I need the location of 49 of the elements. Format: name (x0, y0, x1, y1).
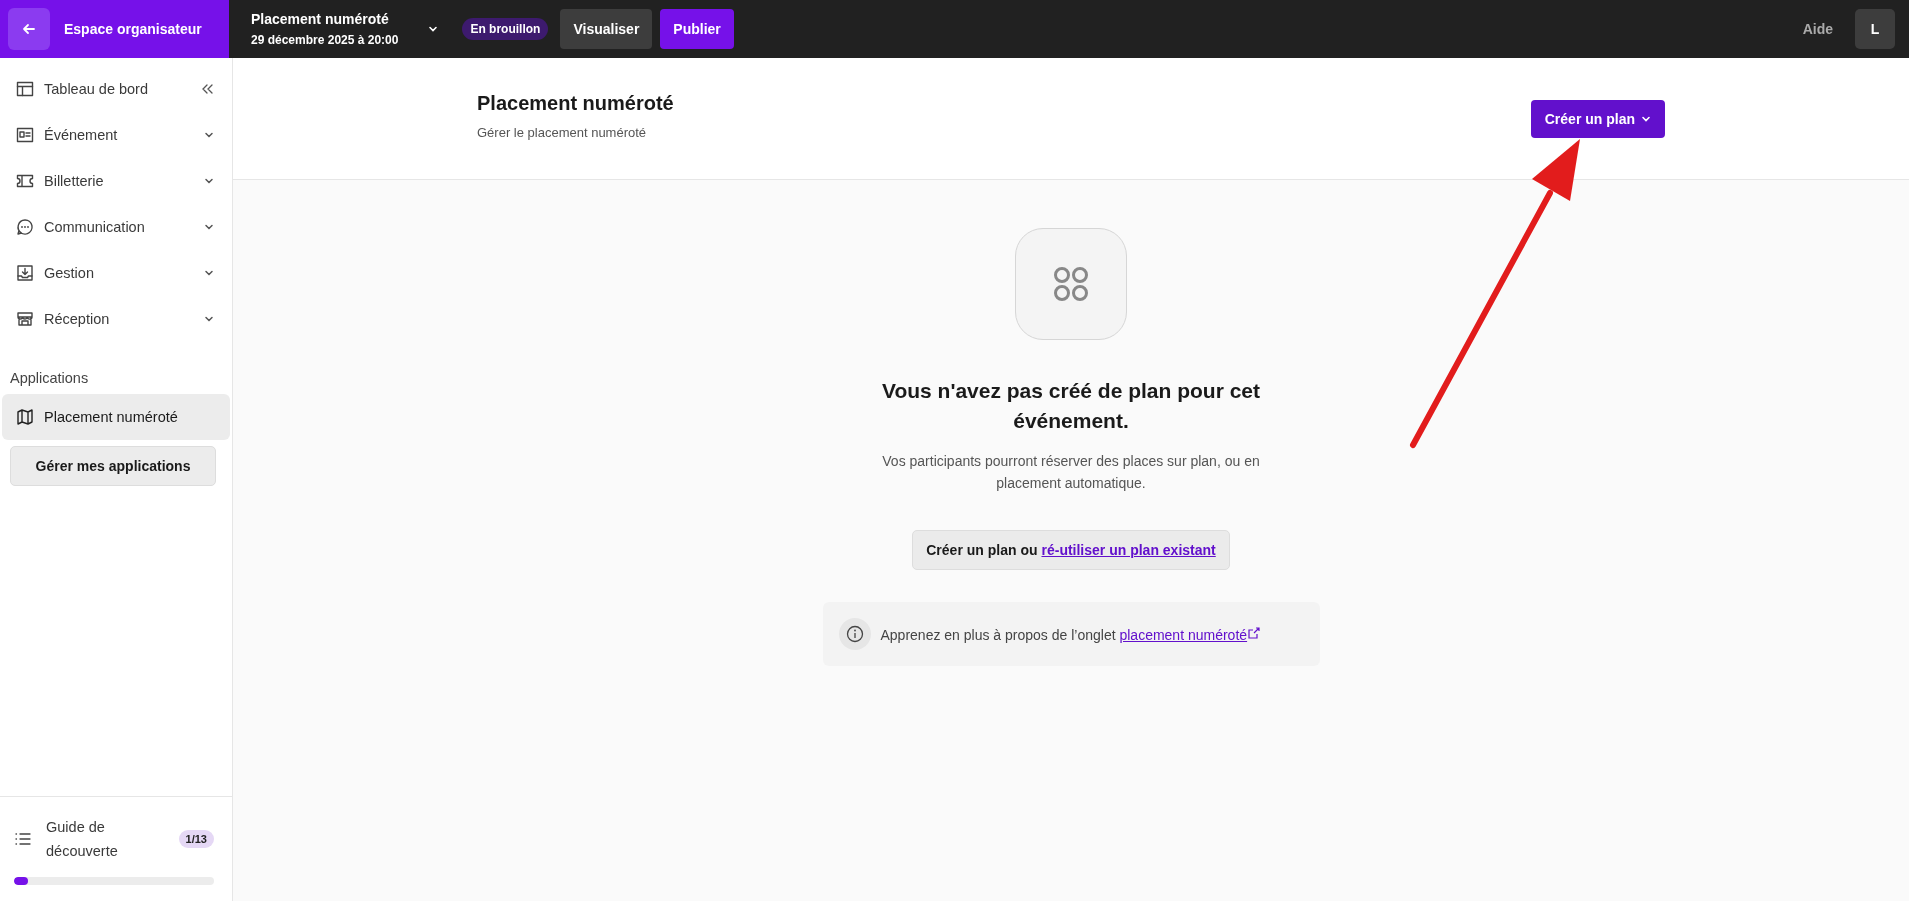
chevron-down-icon (204, 222, 214, 232)
create-plan-button[interactable]: Créer un plan (1530, 100, 1665, 138)
sidebar-item[interactable]: Communication (2, 204, 230, 250)
event-date: 29 décembre 2025 à 20:00 (251, 33, 399, 47)
sidebar-item[interactable]: Tableau de bord (2, 66, 230, 112)
reuse-plan-link[interactable]: ré-utiliser un plan existant (1041, 542, 1216, 558)
empty-state-text: Vos participants pourront réserver des places sur plan, ou en placement automatique. (881, 452, 1261, 493)
list-icon (14, 830, 32, 848)
chevron-down-icon (1641, 114, 1651, 124)
chat-bubble-icon (16, 218, 34, 236)
placement-link[interactable]: placement numéroté (1119, 626, 1262, 643)
sidebar-item[interactable]: Placement numéroté (2, 394, 230, 440)
publish-button[interactable]: Publier (660, 9, 734, 49)
create-plan-link[interactable]: Créer un plan ou (926, 542, 1038, 558)
section-heading: Applications (10, 370, 90, 386)
sidebar-item[interactable]: Billetterie (2, 158, 230, 204)
layout-icon (16, 80, 34, 98)
four-circles-icon (1052, 265, 1090, 303)
help-link[interactable]: Aide (1802, 21, 1833, 37)
back-button[interactable] (8, 8, 50, 50)
avatar-button[interactable]: L (1855, 9, 1895, 49)
space-title: Espace organisateur (64, 21, 202, 37)
event-title: Placement numéroté (251, 11, 390, 27)
collapse-icon[interactable] (200, 82, 214, 96)
inbox-download-icon (16, 264, 34, 282)
chevron-down-icon (204, 268, 214, 278)
map-icon (16, 408, 34, 426)
chevron-down-icon (204, 176, 214, 186)
guide-title[interactable]: Guide de découverte (46, 815, 165, 863)
info-glyph-icon (845, 625, 864, 643)
status-badge: En brouillon (462, 18, 549, 40)
back-arrow-icon (21, 21, 37, 37)
chevron-down-icon (204, 130, 214, 140)
info-text: Apprenez en plus à propos de l’onglet placement numéroté (880, 625, 1262, 643)
ticket-icon (16, 172, 34, 190)
chevron-down-icon[interactable] (428, 24, 439, 34)
page-subtitle: Gérer le placement numéroté (477, 125, 648, 140)
sidebar-item[interactable]: Gestion (2, 250, 230, 296)
preview-button[interactable]: Visualiser (560, 9, 653, 49)
id-card-icon (16, 126, 34, 144)
storefront-icon (16, 310, 34, 328)
sidebar-item[interactable]: Événement (2, 112, 230, 158)
empty-state-heading: Vous n'avez pas créé de plan pour cet événement. (880, 378, 1262, 434)
chevron-down-icon (204, 314, 214, 324)
page-title: Placement numéroté (477, 92, 674, 115)
manage-apps-button[interactable]: Gérer mes applications (10, 446, 216, 486)
external-link-icon (1247, 625, 1262, 640)
sidebar-item[interactable]: Réception (2, 296, 230, 342)
step-count: 1/13 (178, 830, 214, 848)
